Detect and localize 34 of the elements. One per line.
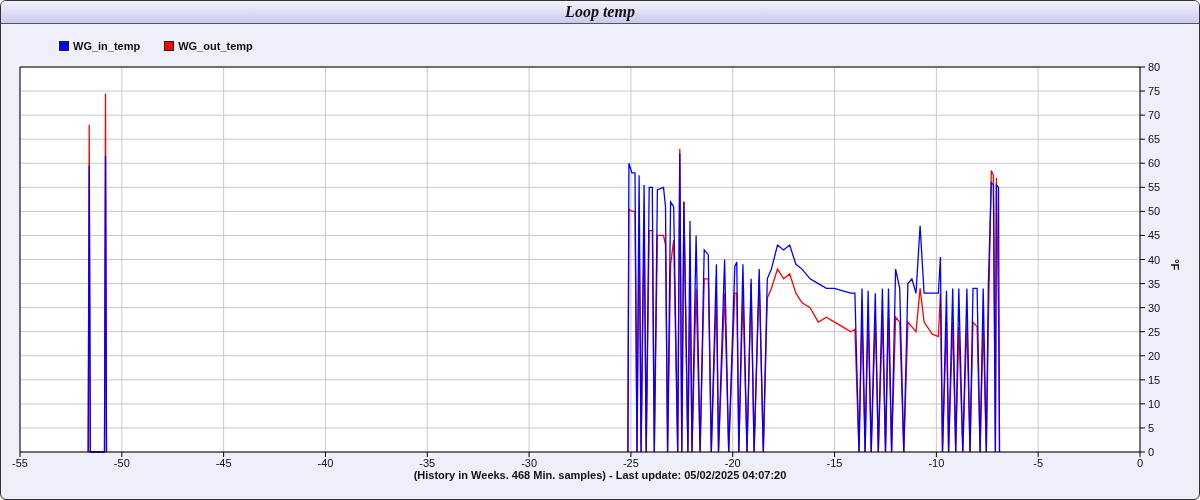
axis-title: (History in Weeks. 468 Min. samples) - Last update: 05/02/2025 04:07:20 [412,469,788,481]
axis-tick-label: -50 [113,457,130,469]
axis-tick-label: -20 [724,457,741,469]
axis-tick-label: 20 [1148,349,1161,362]
axis-tick-label: 70 [1148,109,1161,122]
axis-tick-label: 15 [1148,373,1161,386]
axis-tick-label: 40 [1148,253,1161,266]
axis-title: °F [1169,259,1181,271]
axis-tick-label: -10 [928,457,945,469]
axis-tick-label: -15 [826,457,843,469]
axis-tick-label: 45 [1148,229,1161,242]
axis-tick-label: -55 [12,457,28,469]
axis-tick-label: 65 [1148,133,1161,146]
axis-tick-label: -25 [622,457,639,469]
axis-tick-label: 25 [1148,325,1161,338]
axis-tick-label: 10 [1148,397,1161,410]
axis-tick-label: 0 [1148,446,1155,458]
axis-tick-label: 60 [1148,157,1161,170]
axis-tick-label: -35 [419,457,436,469]
axis-tick-label: 0 [1136,457,1144,469]
legend-label: WG_out_temp [178,40,253,52]
legend-label: WG_in_temp [73,40,141,52]
axis-tick-label: 30 [1148,301,1161,314]
axis-tick-label: 5 [1148,421,1155,434]
axis-tick-label: 55 [1148,181,1161,194]
axis-tick-label: 80 [1148,61,1161,73]
axis-tick-label: 75 [1148,85,1161,98]
axis-tick-label: -5 [1033,457,1044,469]
axis-tick-label: 50 [1148,205,1161,218]
axis-tick-label: -30 [521,457,538,469]
chart-title: Loop temp [565,3,635,21]
axis-tick-label: -45 [215,457,232,469]
axis-tick-label: -40 [317,457,334,469]
axis-tick-label: 35 [1148,277,1161,290]
